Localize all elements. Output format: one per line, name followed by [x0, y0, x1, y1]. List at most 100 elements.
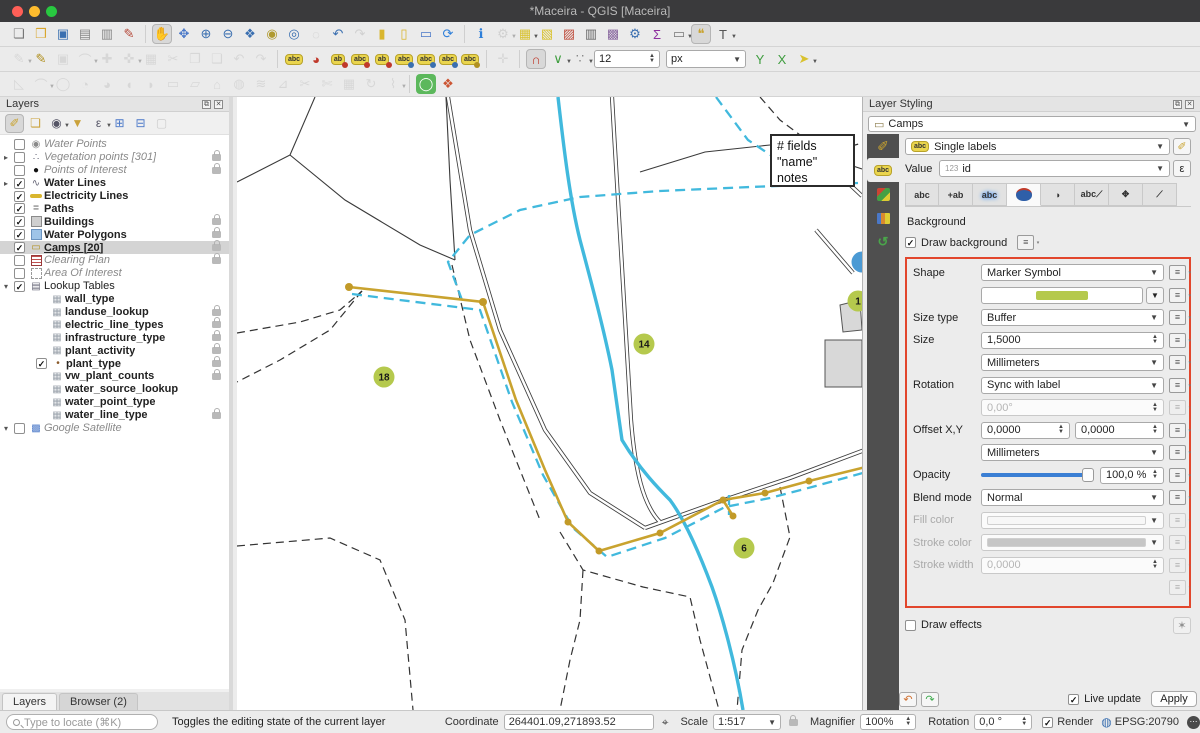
layer-item-electricity-lines[interactable]: ✓Electricity Lines — [0, 190, 229, 203]
layer-visibility-checkbox[interactable]: ✓ — [14, 203, 25, 214]
zoom-last-button[interactable]: ↶ — [328, 24, 348, 44]
expand-arrow-icon[interactable]: ▸ — [4, 153, 14, 162]
offset-xy-x-spinner[interactable]: 0,0000▲▼ — [981, 422, 1070, 439]
layer-item-water-line-type[interactable]: ▦water_line_type — [0, 409, 229, 422]
shape-select[interactable]: Marker Symbol▼ — [981, 264, 1164, 281]
expression-builder-button[interactable]: ε — [1173, 160, 1191, 177]
highlight-pinned-labels-button[interactable]: ab — [328, 49, 348, 69]
ellipse-extent-button[interactable]: ◗ — [141, 74, 161, 94]
run-feature-action-button[interactable]: ⚙▼ — [493, 24, 513, 44]
undo-button[interactable]: ↶ — [229, 49, 249, 69]
collapse-all-button[interactable]: ⊟ — [131, 114, 150, 133]
offset-unit-select[interactable]: Millimeters▼ — [981, 444, 1164, 461]
label-settings-button[interactable]: ✐ — [1173, 138, 1191, 155]
magnifier-spinner[interactable]: 100% ▲▼ — [860, 714, 916, 730]
tab-text[interactable]: abc — [905, 183, 939, 206]
layer-item-vegetation-points-301[interactable]: ▸∴Vegetation points [301] — [0, 151, 229, 164]
layer-visibility-checkbox[interactable]: ✓ — [14, 229, 25, 240]
pan-to-selection-button[interactable]: ✥ — [174, 24, 194, 44]
open-attribute-table-button[interactable]: ▥ — [581, 24, 601, 44]
zoom-next-button[interactable]: ↷ — [350, 24, 370, 44]
add-feature-button[interactable]: ✚ — [97, 49, 117, 69]
tab-buffer[interactable]: abc — [973, 183, 1007, 206]
layer-item-points-of-interest[interactable]: ●Points of Interest — [0, 164, 229, 177]
layer-item-water-lines[interactable]: ▸✓∿Water Lines — [0, 177, 229, 190]
layer-item-plant-type[interactable]: ✓•plant_type — [0, 357, 229, 370]
layer-item-electric-line-types[interactable]: ▦electric_line_types — [0, 318, 229, 331]
marker-symbol-preview-button[interactable] — [981, 287, 1143, 304]
offset-xy-y-spinner[interactable]: 0,0000▲▼ — [1075, 422, 1164, 439]
styling-strip-labels[interactable]: abc — [867, 158, 899, 182]
styling-strip-diagrams[interactable] — [867, 206, 899, 230]
render-checkbox[interactable]: ✓ — [1042, 717, 1053, 728]
merge-features-button[interactable]: ▦ — [339, 74, 359, 94]
redo-button[interactable]: ↷ — [251, 49, 271, 69]
undo-style-button[interactable]: ↶ — [899, 692, 917, 707]
rotation-spinner[interactable]: 0,0 ° ▲▼ — [974, 714, 1032, 730]
enable-advanced-digitizing-button[interactable]: ◺ — [9, 74, 29, 94]
close-panel-icon[interactable]: ✕ — [1185, 100, 1194, 109]
tab-browser[interactable]: Browser (2) — [59, 693, 138, 710]
rotation-select[interactable]: Sync with label▼ — [981, 377, 1164, 394]
remove-layer-button[interactable]: ▢ — [152, 114, 171, 133]
rotation-angle-spinner[interactable]: 0,00°▲▼ — [981, 399, 1164, 416]
layer-item-water-source-lookup[interactable]: ▦water_source_lookup — [0, 383, 229, 396]
styling-strip-history[interactable]: ↺ — [867, 230, 899, 254]
layer-item-water-points[interactable]: ◉Water Points — [0, 138, 229, 151]
map-canvas[interactable]: 181461 # fields"name"notes — [237, 97, 862, 710]
fill-color-button[interactable]: ▼ — [981, 512, 1164, 529]
toggle-unplaced-labels-button[interactable]: abc — [350, 49, 370, 69]
identify-features-button[interactable]: ℹ — [471, 24, 491, 44]
zoom-native-button[interactable]: ◌ — [306, 24, 326, 44]
show-spatial-bookmarks-button[interactable]: ▯ — [394, 24, 414, 44]
map-tips-button[interactable]: ❝ — [691, 24, 711, 44]
show-hide-labels-button[interactable]: abc — [394, 49, 414, 69]
layer-item-lookup-tables[interactable]: ▾✓▤Lookup Tables — [0, 280, 229, 293]
tab-callouts[interactable]: abc⟋ — [1075, 183, 1109, 206]
layer-visibility-checkbox[interactable] — [14, 152, 25, 163]
trim-extend-button[interactable]: ⊿ — [273, 74, 293, 94]
ellipse-center-button[interactable]: ◖ — [119, 74, 139, 94]
text-annotation-button[interactable]: T▼ — [713, 24, 733, 44]
metasearch-button[interactable]: ❖ — [438, 74, 458, 94]
circular-string-button[interactable]: ⌒▼ — [31, 74, 51, 94]
select-features-by-value-button[interactable]: ▧ — [537, 24, 557, 44]
layer-visibility-checkbox[interactable] — [14, 165, 25, 176]
rectangle-extent-button[interactable]: ▭ — [163, 74, 183, 94]
close-panel-icon[interactable]: ✕ — [214, 100, 223, 109]
tab-placement[interactable]: ✥ — [1109, 183, 1143, 206]
field-calculator-button[interactable]: ▩ — [603, 24, 623, 44]
layer-diagrams-button[interactable]: ◕ — [306, 49, 326, 69]
layer-item-google-satellite[interactable]: ▾▩Google Satellite — [0, 422, 229, 435]
expand-arrow-icon[interactable]: ▾ — [4, 282, 14, 291]
opacity-spinner[interactable]: 100,0 %▲▼ — [1100, 467, 1164, 484]
style-manager-button[interactable]: ✎ — [119, 24, 139, 44]
manage-map-themes-button[interactable]: ◉▼ — [47, 114, 66, 133]
split-features-button[interactable]: ✂ — [295, 74, 315, 94]
zoom-in-button[interactable]: ⊕ — [196, 24, 216, 44]
topological-editing-button[interactable]: Y — [750, 49, 770, 69]
layer-visibility-checkbox[interactable]: ✓ — [14, 216, 25, 227]
expand-all-button[interactable]: ⊞ — [110, 114, 129, 133]
layer-visibility-checkbox[interactable] — [14, 139, 25, 150]
zoom-to-layer-button[interactable]: ◎ — [284, 24, 304, 44]
layer-visibility-checkbox[interactable] — [14, 255, 25, 266]
locator-search-input[interactable]: Type to locate (⌘K) — [6, 714, 158, 730]
size-type-select[interactable]: Buffer▼ — [981, 309, 1164, 326]
layer-item-area-of-interest[interactable]: Area Of Interest — [0, 267, 229, 280]
statistical-summary-button[interactable]: Σ — [647, 24, 667, 44]
layout-manager-button[interactable]: ▥ — [97, 24, 117, 44]
opacity-slider[interactable] — [981, 473, 1094, 477]
layer-item-wall-type[interactable]: ▦wall_type — [0, 293, 229, 306]
camp-marker[interactable] — [852, 252, 863, 273]
layer-item-landuse-lookup[interactable]: ▦landuse_lookup — [0, 306, 229, 319]
tab-background[interactable] — [1007, 183, 1041, 206]
layer-visibility-checkbox[interactable]: ✓ — [36, 358, 47, 369]
processing-toolbox-button[interactable]: ⚙ — [625, 24, 645, 44]
layer-item-camps-20[interactable]: ✓▭Camps [20] — [0, 241, 229, 254]
float-panel-icon[interactable]: ⧉ — [1173, 100, 1182, 109]
layer-visibility-checkbox[interactable] — [14, 268, 25, 279]
layer-visibility-checkbox[interactable]: ✓ — [14, 178, 25, 189]
circle-3points-button[interactable]: ◔ — [75, 74, 95, 94]
fill-ring-button[interactable]: ◍ — [229, 74, 249, 94]
